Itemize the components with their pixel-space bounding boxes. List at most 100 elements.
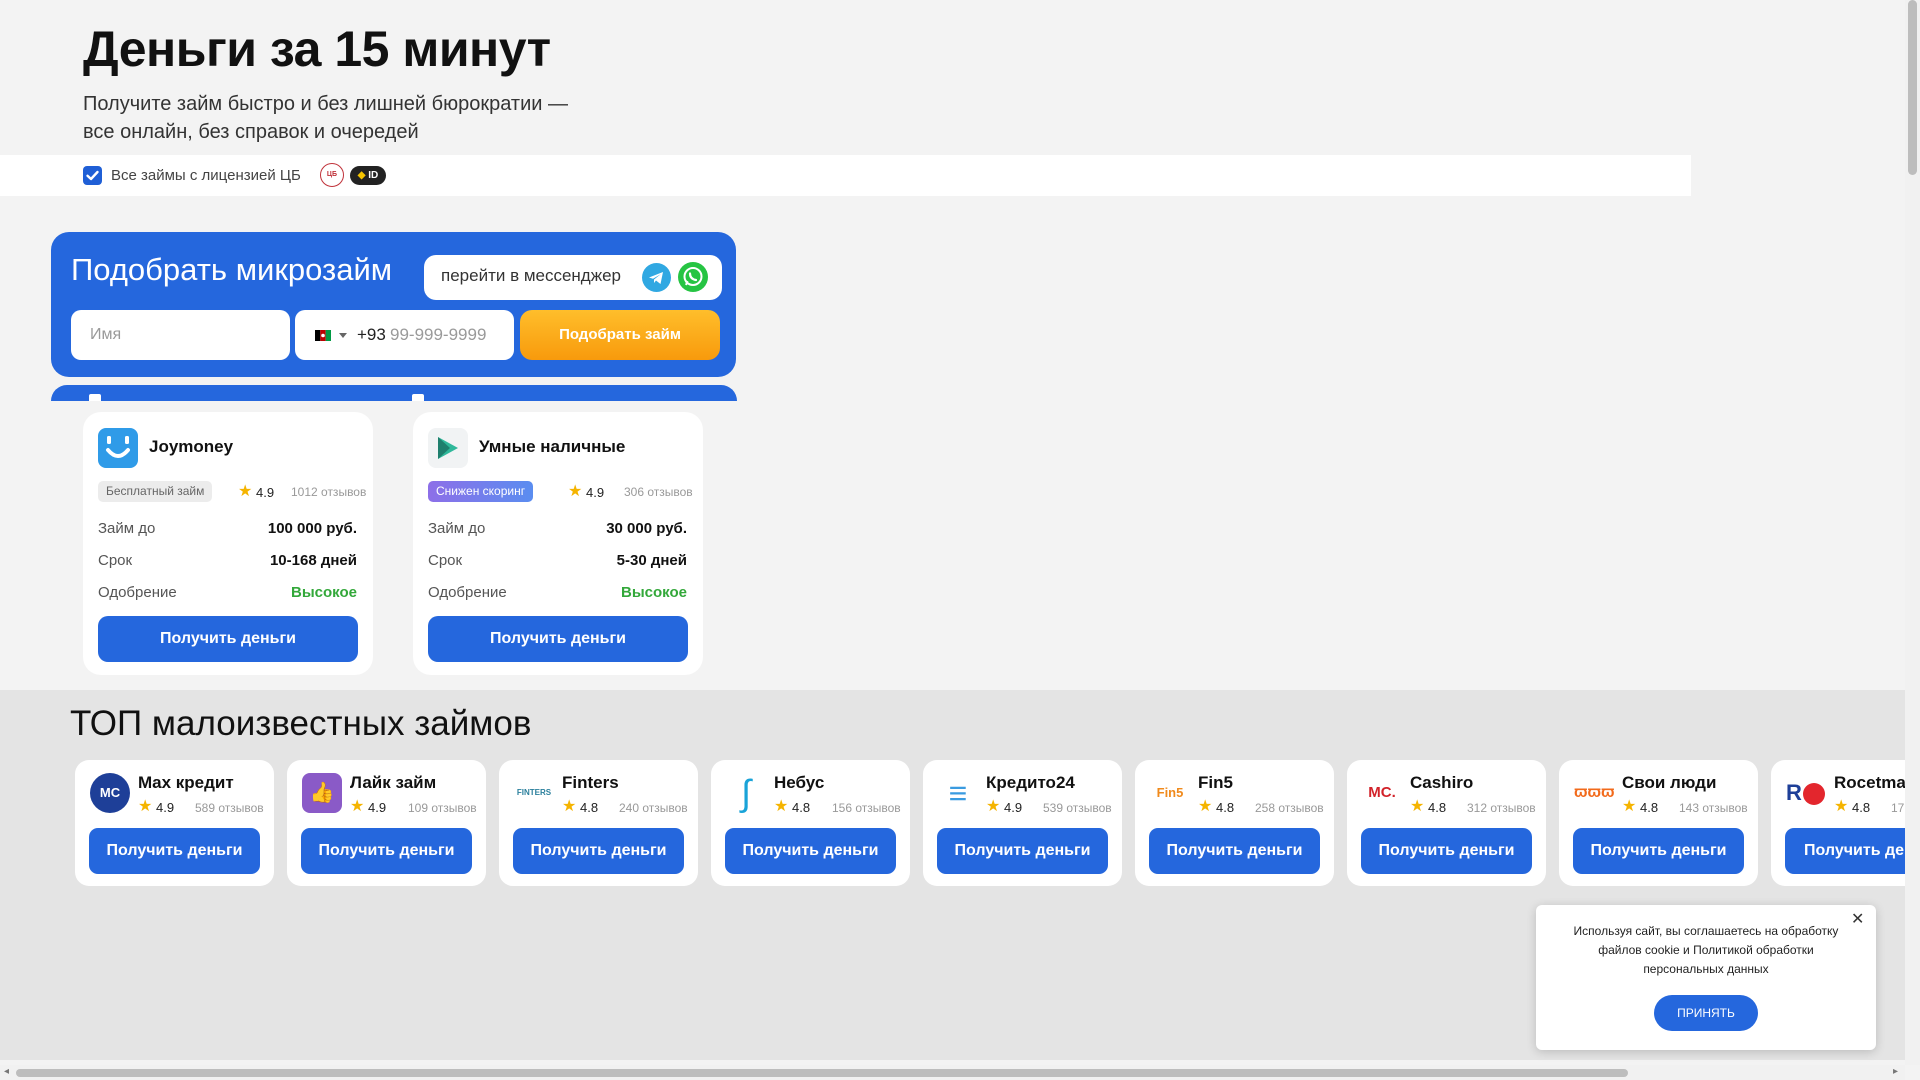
offer-row-label: Срок <box>98 552 133 569</box>
offer-row-label: Займ до <box>98 520 156 537</box>
horizontal-scroll-thumb[interactable] <box>16 1069 1628 1077</box>
star-icon: ★ <box>562 798 577 815</box>
offer-row-value: 30 000 руб. <box>606 520 687 537</box>
top-loan-rating: 4.8 <box>580 800 599 815</box>
whatsapp-icon[interactable] <box>678 262 708 292</box>
scroll-left-icon[interactable]: ◂ <box>4 1066 9 1077</box>
rocetman-logo-icon: R <box>1786 773 1826 813</box>
star-icon: ★ <box>350 798 365 815</box>
license-checkbox[interactable] <box>83 166 102 185</box>
chevron-down-icon[interactable] <box>339 333 347 338</box>
offer-reviews: 1012 отзывов <box>291 485 367 499</box>
vertical-scroll-thumb[interactable] <box>1908 0 1917 175</box>
top-loan-reviews: 156 отзывов <box>832 801 901 815</box>
star-icon: ★ <box>1622 798 1637 815</box>
star-icon: ★ <box>1834 798 1849 815</box>
top-loan-rating: 4.9 <box>156 800 175 815</box>
nebus-logo-icon: ∫ <box>741 772 751 813</box>
top-loan-rating: 4.8 <box>1216 800 1235 815</box>
offer-row-label: Займ до <box>428 520 486 537</box>
offer-row-value: Высокое <box>621 584 687 601</box>
messenger-label: перейти в мессенджер <box>441 266 622 285</box>
offer-name: Joymoney <box>149 437 234 456</box>
tab-left[interactable] <box>89 394 101 401</box>
get-money-button[interactable]: Получить деньги <box>301 828 472 874</box>
top-loan-rating: 4.8 <box>1852 800 1871 815</box>
like-zaim-logo-icon: 👍 <box>302 773 342 813</box>
name-input[interactable] <box>71 310 290 360</box>
top-section-title: ТОП малоизвестных займов <box>70 704 532 743</box>
joymoney-logo-icon <box>98 428 138 468</box>
get-money-button[interactable]: Получить деньги <box>89 828 260 874</box>
offer-name: Умные наличные <box>479 437 626 456</box>
get-money-button[interactable]: Получить деньги <box>937 828 1108 874</box>
cb-logo-icon: ЦБ <box>320 163 344 187</box>
top-loan-name: Max кредит <box>138 773 234 792</box>
top-loan-reviews: 589 отзывов <box>195 801 264 815</box>
top-loan-name: Лайк займ <box>350 773 437 792</box>
get-money-button[interactable]: Получить деньги <box>98 616 358 662</box>
max-credit-logo-icon: MC <box>90 773 130 813</box>
top-loan-name: Rocetman <box>1834 773 1905 792</box>
top-loan-rating: 4.8 <box>1640 800 1659 815</box>
offer-row-value: Высокое <box>291 584 357 601</box>
cookie-text: Используя сайт, вы соглашаетесь на обраб… <box>1573 924 1839 976</box>
get-money-button[interactable]: Получить деньги <box>725 828 896 874</box>
top-loan-reviews: 312 отзывов <box>1467 801 1536 815</box>
star-icon: ★ <box>238 483 253 500</box>
top-loan-reviews: 240 отзывов <box>619 801 688 815</box>
cookie-accept-button[interactable]: ПРИНЯТЬ <box>1654 995 1758 1031</box>
get-money-button[interactable]: Получить деньги <box>513 828 684 874</box>
top-loan-reviews: 258 отзывов <box>1255 801 1324 815</box>
scroll-right-icon[interactable]: ▸ <box>1893 1066 1898 1077</box>
offer-rating: 4.9 <box>586 485 605 500</box>
star-icon: ★ <box>986 798 1001 815</box>
telegram-icon[interactable] <box>642 263 671 292</box>
top-loan-rating: 4.9 <box>368 800 387 815</box>
offer-row-label: Одобрение <box>98 584 177 601</box>
star-icon: ★ <box>1198 798 1213 815</box>
get-money-button[interactable]: Получить деньги <box>1573 828 1744 874</box>
star-icon: ★ <box>774 798 789 815</box>
id-badge-label: ID <box>368 170 379 181</box>
top-loan-rating: 4.8 <box>1428 800 1447 815</box>
offer-row-label: Срок <box>428 552 463 569</box>
offer-reviews: 306 отзывов <box>624 485 693 499</box>
cashiro-logo-icon: MC. <box>1368 784 1396 801</box>
rocket-icon <box>1802 783 1825 806</box>
top-loan-reviews: 143 отзывов <box>1679 801 1748 815</box>
star-icon: ★ <box>138 798 153 815</box>
phone-prefix: +93 <box>357 325 386 344</box>
tab-strip <box>51 385 737 401</box>
finters-logo-icon: FINTERS <box>516 788 552 797</box>
offer-row-value: 10-168 дней <box>269 552 357 569</box>
get-money-button[interactable]: Получить деньги <box>1361 828 1532 874</box>
offer-row-value: 100 000 руб. <box>267 520 357 537</box>
check-icon <box>86 170 99 181</box>
top-loan-reviews: 539 отзывов <box>1043 801 1112 815</box>
offer-row-label: Одобрение <box>428 584 507 601</box>
fin5-logo-icon: Fin5 <box>1156 785 1184 800</box>
get-money-button[interactable]: Получить деньги <box>1785 828 1905 874</box>
close-icon[interactable]: ✕ <box>1851 909 1864 929</box>
top-loan-reviews: 17 <box>1891 801 1905 815</box>
top-loan-rating: 4.8 <box>792 800 811 815</box>
id-badge: ◆ ID <box>350 166 386 185</box>
star-icon: ★ <box>568 483 583 500</box>
flag-icon[interactable] <box>315 330 331 341</box>
offer-badge: Снижен скоринг <box>428 481 534 502</box>
top-loan-name: Небус <box>774 773 825 792</box>
shield-icon: ◆ <box>357 170 366 181</box>
offer-badge: Бесплатный займ <box>98 481 213 502</box>
star-icon: ★ <box>1410 798 1425 815</box>
page-title: Деньги за 15 минут <box>83 21 551 77</box>
get-money-button[interactable]: Получить деньги <box>1149 828 1320 874</box>
pick-loan-button[interactable]: Подобрать займ <box>520 310 720 360</box>
get-money-button[interactable]: Получить деньги <box>428 616 688 662</box>
offer-row-value: 5-30 дней <box>616 552 687 569</box>
kredito24-logo-icon: ≡ <box>948 775 968 811</box>
tab-right[interactable] <box>412 394 424 401</box>
license-label: Все займы с лицензией ЦБ <box>111 167 301 184</box>
umnye-nalichnye-logo-icon <box>428 428 468 468</box>
rocetman-logo-letter: R <box>1786 780 1802 805</box>
